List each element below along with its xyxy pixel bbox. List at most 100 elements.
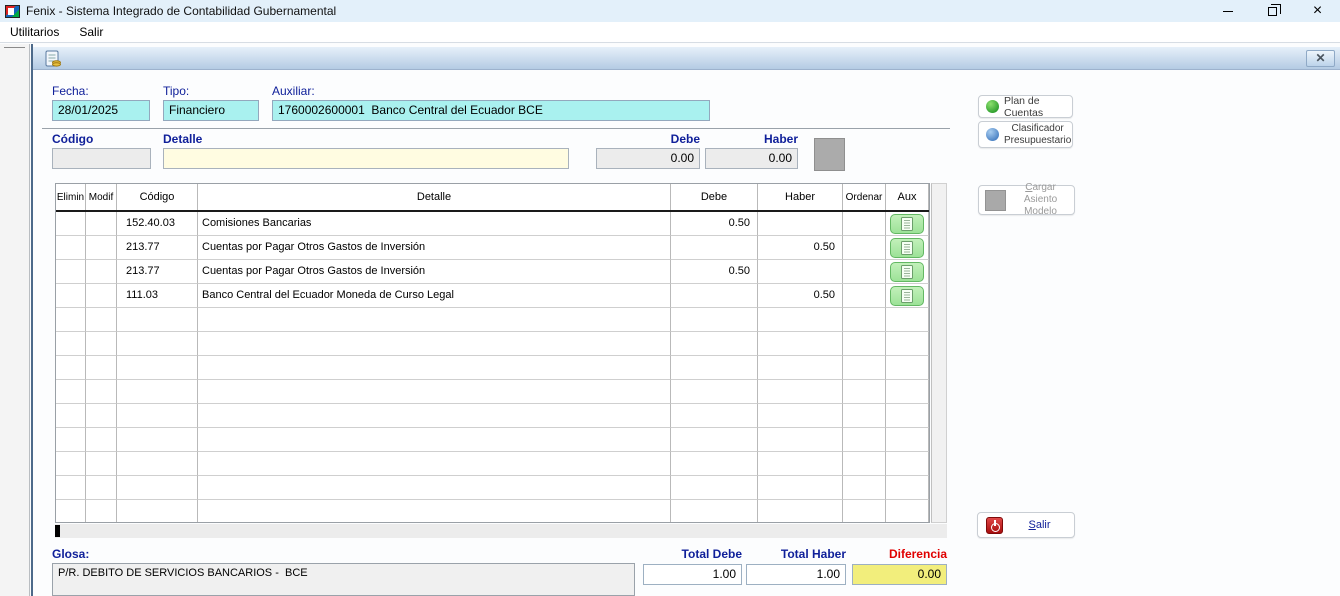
scrollbar-thumb[interactable] (55, 525, 60, 537)
splitter-handle[interactable] (4, 47, 25, 48)
tipo-input[interactable]: Financiero (163, 100, 259, 121)
clasificador-presupuestario-button[interactable]: Clasificador Presupuestario (978, 121, 1073, 148)
table-header-cell: Haber (758, 184, 843, 210)
table-row (56, 380, 929, 404)
entries-table: EliminModifCódigoDetalleDebeHaberOrdenar… (55, 183, 930, 523)
table-row (56, 428, 929, 452)
table-cell: 213.77 (117, 260, 198, 284)
table-cell (86, 380, 117, 404)
minimize-button[interactable] (1205, 0, 1250, 22)
table-header-cell: Código (117, 184, 198, 210)
table-cell (86, 236, 117, 260)
table-cell (758, 332, 843, 356)
vertical-scrollbar[interactable] (931, 183, 947, 523)
blue-sphere-icon (986, 128, 999, 141)
glosa-input[interactable]: P/R. DEBITO DE SERVICIOS BANCARIOS - BCE (52, 563, 635, 596)
gray-chip-icon (985, 190, 1006, 211)
table-cell (843, 236, 886, 260)
table-cell (671, 332, 758, 356)
haber-input[interactable]: 0.00 (705, 148, 798, 169)
document-coins-icon (45, 50, 62, 68)
table-cell (886, 356, 929, 380)
table-cell (671, 380, 758, 404)
debe-input[interactable]: 0.00 (596, 148, 700, 169)
aux-button[interactable] (890, 214, 924, 234)
table-row[interactable]: 213.77Cuentas por Pagar Otros Gastos de … (56, 236, 929, 260)
app-icon (5, 5, 20, 18)
debe-label: Debe (596, 132, 700, 146)
table-cell (758, 212, 843, 236)
table-row (56, 452, 929, 476)
table-cell (671, 308, 758, 332)
table-header-cell: Elimin (56, 184, 86, 210)
aux-button[interactable] (890, 238, 924, 258)
table-cell: 0.50 (671, 260, 758, 284)
codigo-label: Código (52, 132, 93, 146)
aux-button[interactable] (890, 262, 924, 282)
table-cell: 111.03 (117, 284, 198, 308)
menu-salir[interactable]: Salir (69, 22, 113, 43)
menu-bar: Utilitarios Salir (0, 22, 1340, 43)
detalle-label: Detalle (163, 132, 202, 146)
close-button[interactable]: × (1295, 0, 1340, 22)
horizontal-scrollbar[interactable] (55, 524, 947, 538)
table-row[interactable]: 111.03Banco Central del Ecuador Moneda d… (56, 284, 929, 308)
detalle-input[interactable] (163, 148, 569, 169)
auxiliar-input[interactable]: 1760002600001 Banco Central del Ecuador … (272, 100, 710, 121)
table-cell (86, 332, 117, 356)
table-cell (843, 332, 886, 356)
table-cell (198, 428, 671, 452)
table-cell (758, 308, 843, 332)
codigo-input[interactable] (52, 148, 151, 169)
table-cell (86, 356, 117, 380)
table-cell (843, 380, 886, 404)
fecha-label: Fecha: (52, 84, 89, 98)
table-cell (886, 236, 929, 260)
restore-button[interactable] (1250, 0, 1295, 22)
table-cell (886, 308, 929, 332)
diferencia-label: Diferencia (852, 547, 947, 561)
table-cell (117, 500, 198, 523)
table-cell (886, 500, 929, 523)
minimize-icon (1223, 11, 1233, 12)
window-title: Fenix - Sistema Integrado de Contabilida… (26, 4, 336, 18)
fecha-input[interactable]: 28/01/2025 (52, 100, 150, 121)
table-cell (671, 404, 758, 428)
total-haber-value: 1.00 (746, 564, 846, 585)
aux-button[interactable] (890, 286, 924, 306)
table-row (56, 308, 929, 332)
table-cell (86, 212, 117, 236)
table-cell (56, 476, 86, 500)
plan-de-cuentas-button[interactable]: Plan de Cuentas (978, 95, 1073, 118)
table-row[interactable]: 213.77Cuentas por Pagar Otros Gastos de … (56, 260, 929, 284)
table-cell: 152.40.03 (117, 212, 198, 236)
table-cell (56, 404, 86, 428)
table-cell (198, 404, 671, 428)
table-row[interactable]: 152.40.03Comisiones Bancarias0.50 (56, 212, 929, 236)
table-cell (671, 452, 758, 476)
salir-text: Salir (1028, 519, 1050, 531)
child-close-button[interactable]: ✕ (1306, 50, 1335, 67)
table-cell (886, 260, 929, 284)
table-cell (86, 428, 117, 452)
table-cell (198, 308, 671, 332)
menu-utilitarios[interactable]: Utilitarios (0, 22, 69, 43)
table-cell (758, 380, 843, 404)
table-header-cell: Debe (671, 184, 758, 210)
table-cell (843, 404, 886, 428)
table-cell (843, 452, 886, 476)
cargar-asiento-modelo-button[interactable]: Cargar Asiento Modelo (978, 185, 1075, 215)
table-cell: Comisiones Bancarias (198, 212, 671, 236)
table-cell (86, 308, 117, 332)
table-cell (843, 500, 886, 523)
table-cell (117, 308, 198, 332)
salir-button[interactable]: Salir (977, 512, 1075, 538)
table-cell (117, 404, 198, 428)
table-cell (886, 284, 929, 308)
table-cell (56, 452, 86, 476)
table-cell: Cuentas por Pagar Otros Gastos de Invers… (198, 236, 671, 260)
gray-action-button[interactable] (814, 138, 845, 171)
title-bar: Fenix - Sistema Integrado de Contabilida… (0, 0, 1340, 22)
table-cell (198, 476, 671, 500)
table-cell (886, 452, 929, 476)
